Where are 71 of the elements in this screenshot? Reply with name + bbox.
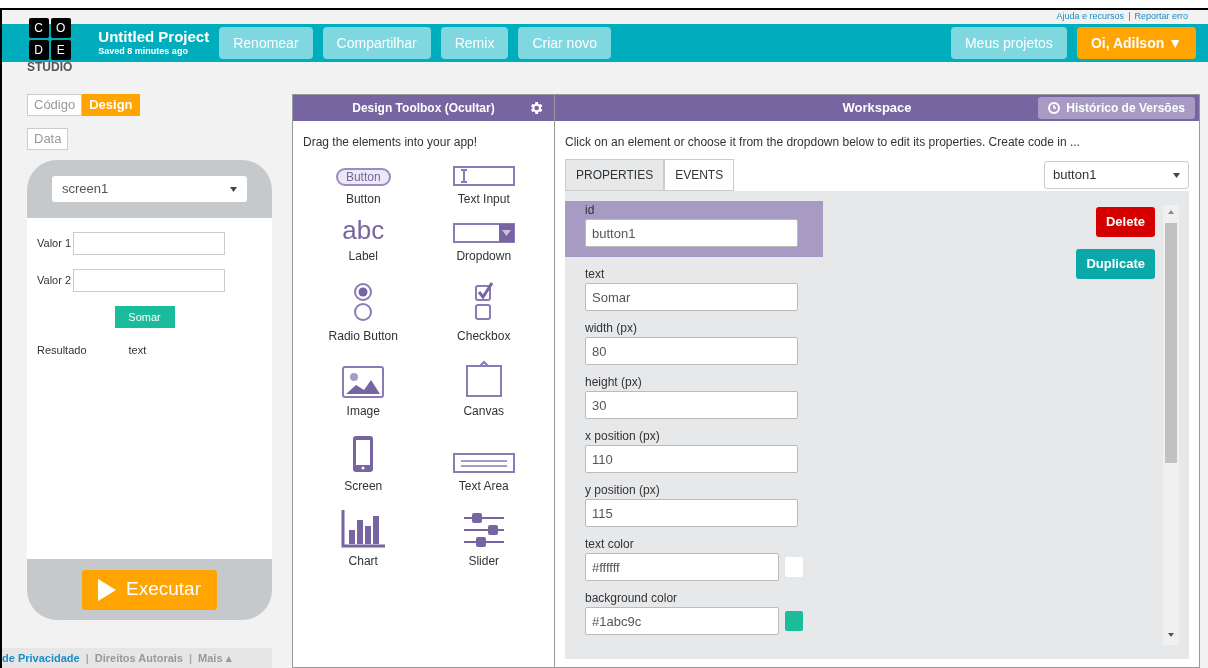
property-field[interactable]: #ffffff [585, 553, 779, 581]
project-title: Untitled Project [98, 27, 210, 45]
toolbox-item[interactable]: abc Label [303, 208, 424, 265]
app-text-input[interactable] [73, 232, 226, 255]
app-label: Valor 2 [37, 273, 72, 289]
toolbox-hint: Drag the elements into your app! [302, 134, 479, 151]
toolbox-item[interactable]: Radio Button [303, 265, 424, 345]
clock-icon [1048, 102, 1061, 114]
caret-icon [230, 186, 237, 192]
property-label: y position (px) [585, 482, 661, 499]
app-text-input[interactable] [73, 269, 226, 292]
toolbox-item[interactable]: Chart [303, 495, 424, 570]
settings-icon[interactable] [528, 100, 544, 116]
abc-icon: abc [342, 217, 385, 243]
property-field[interactable]: button1 [585, 219, 798, 247]
dropdown-icon [452, 223, 515, 243]
caret-icon [1173, 172, 1180, 178]
canvas-icon [464, 360, 503, 398]
element-dropdown[interactable]: button1 [1044, 161, 1189, 189]
link-separator: | [85, 650, 89, 666]
checkbox-icon [472, 281, 495, 323]
play-icon [98, 578, 116, 601]
toolbox-item[interactable]: Image [303, 345, 424, 420]
properties-tab[interactable]: EVENTS [664, 159, 735, 191]
property-label: background color [585, 590, 679, 607]
bar-chart-icon [341, 510, 386, 548]
workspace-hint: Click on an element or choose it from the dropdown below to edit its properties. Create code in ... [564, 134, 1081, 151]
toolbox-item[interactable]: Canvas [423, 345, 544, 420]
property-label: height (px) [585, 374, 643, 391]
color-swatch[interactable] [784, 611, 803, 631]
property-field[interactable]: 110 [585, 445, 798, 473]
radio-icon [352, 281, 375, 323]
workspace-title: Workspace [842, 99, 912, 118]
property-label: text [585, 266, 606, 283]
saved-status: Saved 8 minutes ago [98, 45, 189, 58]
property-label: id [585, 202, 596, 219]
property-field[interactable]: #1abc9c [585, 607, 779, 635]
toolbox-item[interactable]: Checkbox [423, 265, 544, 345]
properties-tab[interactable]: PROPERTIES [565, 159, 665, 191]
app-label: text [128, 343, 147, 358]
property-label: x position (px) [585, 428, 661, 445]
property-field[interactable]: 30 [585, 391, 798, 419]
property-field[interactable]: Somar [585, 283, 798, 311]
toolbox-item[interactable]: Button Button [303, 151, 424, 208]
color-swatch[interactable] [784, 557, 803, 577]
app-label: Valor 1 [37, 236, 72, 252]
slider-icon [461, 512, 506, 548]
toolbox-item[interactable]: Slider [423, 495, 544, 570]
property-field[interactable]: 80 [585, 337, 798, 365]
toolbox-item[interactable]: Text Input [423, 151, 544, 208]
toolbox-item[interactable]: Dropdown [423, 208, 544, 265]
property-field[interactable]: 115 [585, 499, 798, 527]
button-icon: Button [335, 168, 391, 186]
link-separator: | [1128, 10, 1131, 24]
link-separator: | [188, 650, 193, 666]
property-label: text color [585, 536, 635, 553]
property-label: width (px) [585, 320, 638, 337]
toolbox-title[interactable]: Design Toolbox (Ocultar) [352, 99, 495, 117]
help-link[interactable]: Ajuda e recursos [1056, 10, 1125, 24]
toolbox-item[interactable]: Screen [303, 420, 424, 495]
text-input-icon [452, 166, 515, 186]
delete-button[interactable]: Delete [1095, 207, 1155, 237]
phone-icon [352, 435, 375, 473]
app-label: Resultado [37, 343, 87, 358]
scrollbar[interactable] [1163, 205, 1179, 645]
toolbox-item[interactable]: Text Area [423, 420, 544, 495]
image-icon [342, 366, 385, 398]
text-area-icon [452, 453, 515, 473]
code-studio-logo[interactable]: C O D E STUDIO [27, 18, 73, 74]
help-link[interactable]: Reportar erro [1134, 10, 1188, 24]
screen-dropdown[interactable]: screen1 [52, 176, 247, 202]
